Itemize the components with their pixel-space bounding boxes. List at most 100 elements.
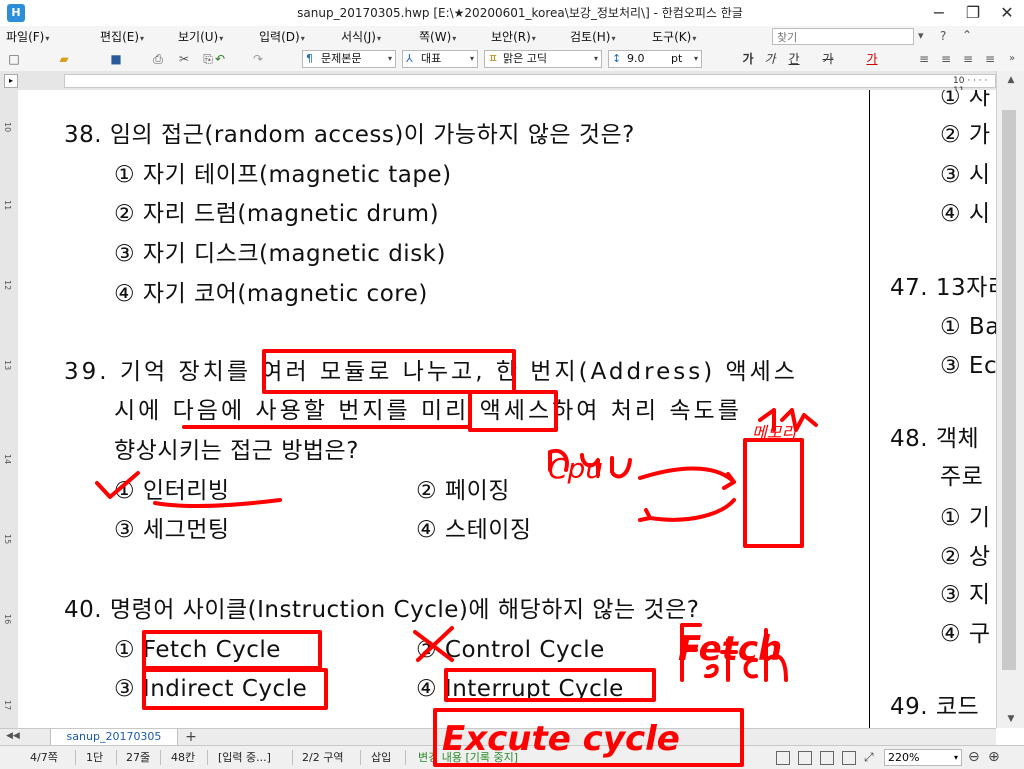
vruler-number: 14 — [3, 454, 12, 465]
menu-file[interactable]: 파일(F)▾ — [6, 26, 49, 48]
right-column-line: 48. 객체 — [890, 426, 980, 452]
chevron-down-icon: ▾ — [300, 34, 305, 43]
menu-page[interactable]: 쪽(W)▾ — [419, 26, 456, 48]
question-38-option-1: ① 자기 테이프(magnetic tape) — [114, 162, 452, 188]
vruler-number: 17 — [3, 700, 12, 711]
title-bar: H sanup_20170305.hwp [E:\★20200601_korea… — [0, 0, 1024, 27]
status-track-changes[interactable]: 변경 내용 [기록 중지] — [418, 746, 518, 769]
status-input-mode: [입력 중...] — [218, 751, 271, 764]
column-divider — [869, 90, 870, 728]
add-tab-button[interactable]: + — [182, 729, 200, 746]
right-column-line: ① 기 — [940, 505, 991, 531]
toolbar-more-icon[interactable]: » — [1004, 51, 1020, 67]
font-color-button[interactable]: 가 — [862, 51, 882, 67]
menu-bar: 파일(F)▾ 편집(E)▾ 보기(U)▾ 입력(D)▾ 서식(J)▾ 쪽(W)▾… — [0, 26, 1024, 49]
align-left-icon[interactable]: ≡ — [938, 51, 954, 67]
vruler-number: 10 — [3, 122, 12, 133]
print-icon[interactable]: ⎙ — [150, 51, 166, 67]
chevron-down-icon: ▾ — [376, 34, 381, 43]
question-39-option-1: ① 인터리빙 — [114, 478, 230, 504]
zoom-in-icon[interactable]: ⊕ — [988, 749, 1000, 765]
view-normal-icon[interactable] — [776, 751, 790, 765]
redo-icon[interactable]: ↷ — [250, 51, 266, 67]
status-insert-mode[interactable]: 삽입 — [371, 746, 391, 769]
zoom-select[interactable]: 220% ▾ — [884, 749, 962, 766]
menu-review[interactable]: 검토(H)▾ — [570, 26, 615, 48]
view-two-page-icon[interactable] — [820, 751, 834, 765]
scrollbar-thumb[interactable] — [1002, 110, 1016, 670]
right-column-line: 47. 13자리 — [890, 275, 996, 301]
right-column-line: ② 상 — [940, 544, 991, 570]
chevron-down-icon: ▾ — [140, 34, 145, 43]
font-size-select[interactable]: ↕ 9.0 pt ▾ — [608, 50, 702, 68]
open-folder-icon[interactable]: ▰ — [56, 51, 72, 67]
align-right-icon[interactable]: ≡ — [982, 51, 998, 67]
align-center-icon[interactable]: ≡ — [960, 51, 976, 67]
hwp-app-icon[interactable]: H — [7, 4, 25, 22]
menu-edit[interactable]: 편집(E)▾ — [100, 26, 144, 48]
zoom-fit-icon[interactable]: ⤢ — [864, 750, 874, 765]
vertical-ruler[interactable]: 10 11 12 13 14 15 16 17 — [0, 90, 19, 728]
document-tab-bar: ◀◀ sanup_20170305 + — [0, 728, 996, 747]
scroll-down-icon[interactable]: ▼ — [997, 710, 1024, 728]
menu-format[interactable]: 서식(J)▾ — [341, 26, 381, 48]
document-page[interactable]: 38. 임의 접근(random access)이 가능하지 않은 것은? ① … — [18, 90, 996, 728]
right-column-line: ④ 구 — [940, 621, 991, 647]
question-39-option-3: ③ 세그먼팅 — [114, 517, 230, 543]
font-size-icon: ↕ — [612, 52, 622, 65]
right-column-line: ① Ba — [940, 314, 996, 340]
tab-type-icon[interactable]: ▸ — [4, 74, 18, 88]
status-separator — [160, 750, 161, 765]
question-38-option-3: ③ 자기 디스크(magnetic disk) — [114, 241, 446, 267]
save-icon[interactable]: ■ — [108, 51, 124, 67]
horizontal-ruler[interactable]: 10 · · · · 11 — [64, 74, 996, 96]
zoom-out-icon[interactable]: ⊖ — [968, 749, 980, 765]
maximize-button[interactable]: ❐ — [956, 0, 990, 26]
right-column-line: ② 가 — [940, 122, 991, 148]
menu-view[interactable]: 보기(U)▾ — [178, 26, 223, 48]
vruler-number: 15 — [3, 534, 12, 545]
scroll-up-icon[interactable]: ▲ — [997, 71, 1024, 89]
new-document-icon[interactable]: □ — [6, 51, 22, 67]
italic-button[interactable]: 가 — [760, 51, 780, 67]
view-multi-page-icon[interactable] — [842, 751, 856, 765]
search-options-icon[interactable]: ▾ — [918, 29, 924, 42]
right-column-line: ③ 시 — [940, 162, 991, 188]
vruler-number: 16 — [3, 614, 12, 625]
vruler-number: 11 — [3, 200, 12, 211]
status-separator — [360, 750, 361, 765]
underline-button[interactable]: 간 — [784, 51, 804, 67]
align-justify-icon[interactable]: ≡ — [916, 51, 932, 67]
font-language-select[interactable]: ⅄ 대표 ▾ — [402, 50, 478, 68]
vruler-number: 12 — [3, 280, 12, 291]
menu-tools[interactable]: 도구(K)▾ — [652, 26, 696, 48]
status-section: 2/2 구역 — [302, 751, 344, 764]
vruler-number: 13 — [3, 360, 12, 371]
quick-search-input[interactable]: 찾기 — [772, 28, 914, 45]
undo-icon[interactable]: ↶ — [212, 51, 228, 67]
strikethrough-button[interactable]: 가 — [818, 51, 838, 67]
view-full-page-icon[interactable] — [798, 751, 812, 765]
format-toolbar: □ ▰ ■ ⎙ ✂ ⎘ ↶ ↷ ¶ 문제본문 ▾ ⅄ 대표 ▾ ㅍ 맑은 고딕 ▾ ↕ 9.0… — [0, 48, 1024, 72]
tab-scroll-left-icon[interactable]: ◀◀ — [6, 731, 20, 741]
menu-insert[interactable]: 입력(D)▾ — [259, 26, 305, 48]
minimize-button[interactable]: − — [922, 0, 956, 26]
cut-icon[interactable]: ✂ — [176, 51, 192, 67]
window-title: sanup_20170305.hwp [E:\★20200601_korea\보… — [297, 6, 743, 20]
menu-security[interactable]: 보안(R)▾ — [491, 26, 536, 48]
status-separator — [75, 750, 76, 765]
chevron-down-icon: ▾ — [611, 34, 616, 43]
style-select[interactable]: ¶ 문제본문 ▾ — [302, 50, 396, 68]
question-40-option-1: ① Fetch Cycle — [114, 637, 281, 663]
question-39-option-2: ② 페이징 — [416, 478, 510, 504]
ribbon-toggle-icon[interactable]: ⌃ — [962, 28, 972, 42]
status-line: 27줄 — [126, 751, 151, 764]
help-icon[interactable]: ? — [940, 29, 946, 43]
status-page[interactable]: 4/7쪽 — [30, 746, 58, 769]
chevron-down-icon: ▾ — [452, 34, 457, 43]
chevron-down-icon: ▾ — [219, 34, 224, 43]
right-column-line: ③ 지 — [940, 582, 991, 608]
font-select[interactable]: ㅍ 맑은 고딕 ▾ — [484, 50, 602, 68]
close-button[interactable]: ✕ — [990, 0, 1024, 26]
bold-button[interactable]: 가 — [738, 51, 758, 67]
